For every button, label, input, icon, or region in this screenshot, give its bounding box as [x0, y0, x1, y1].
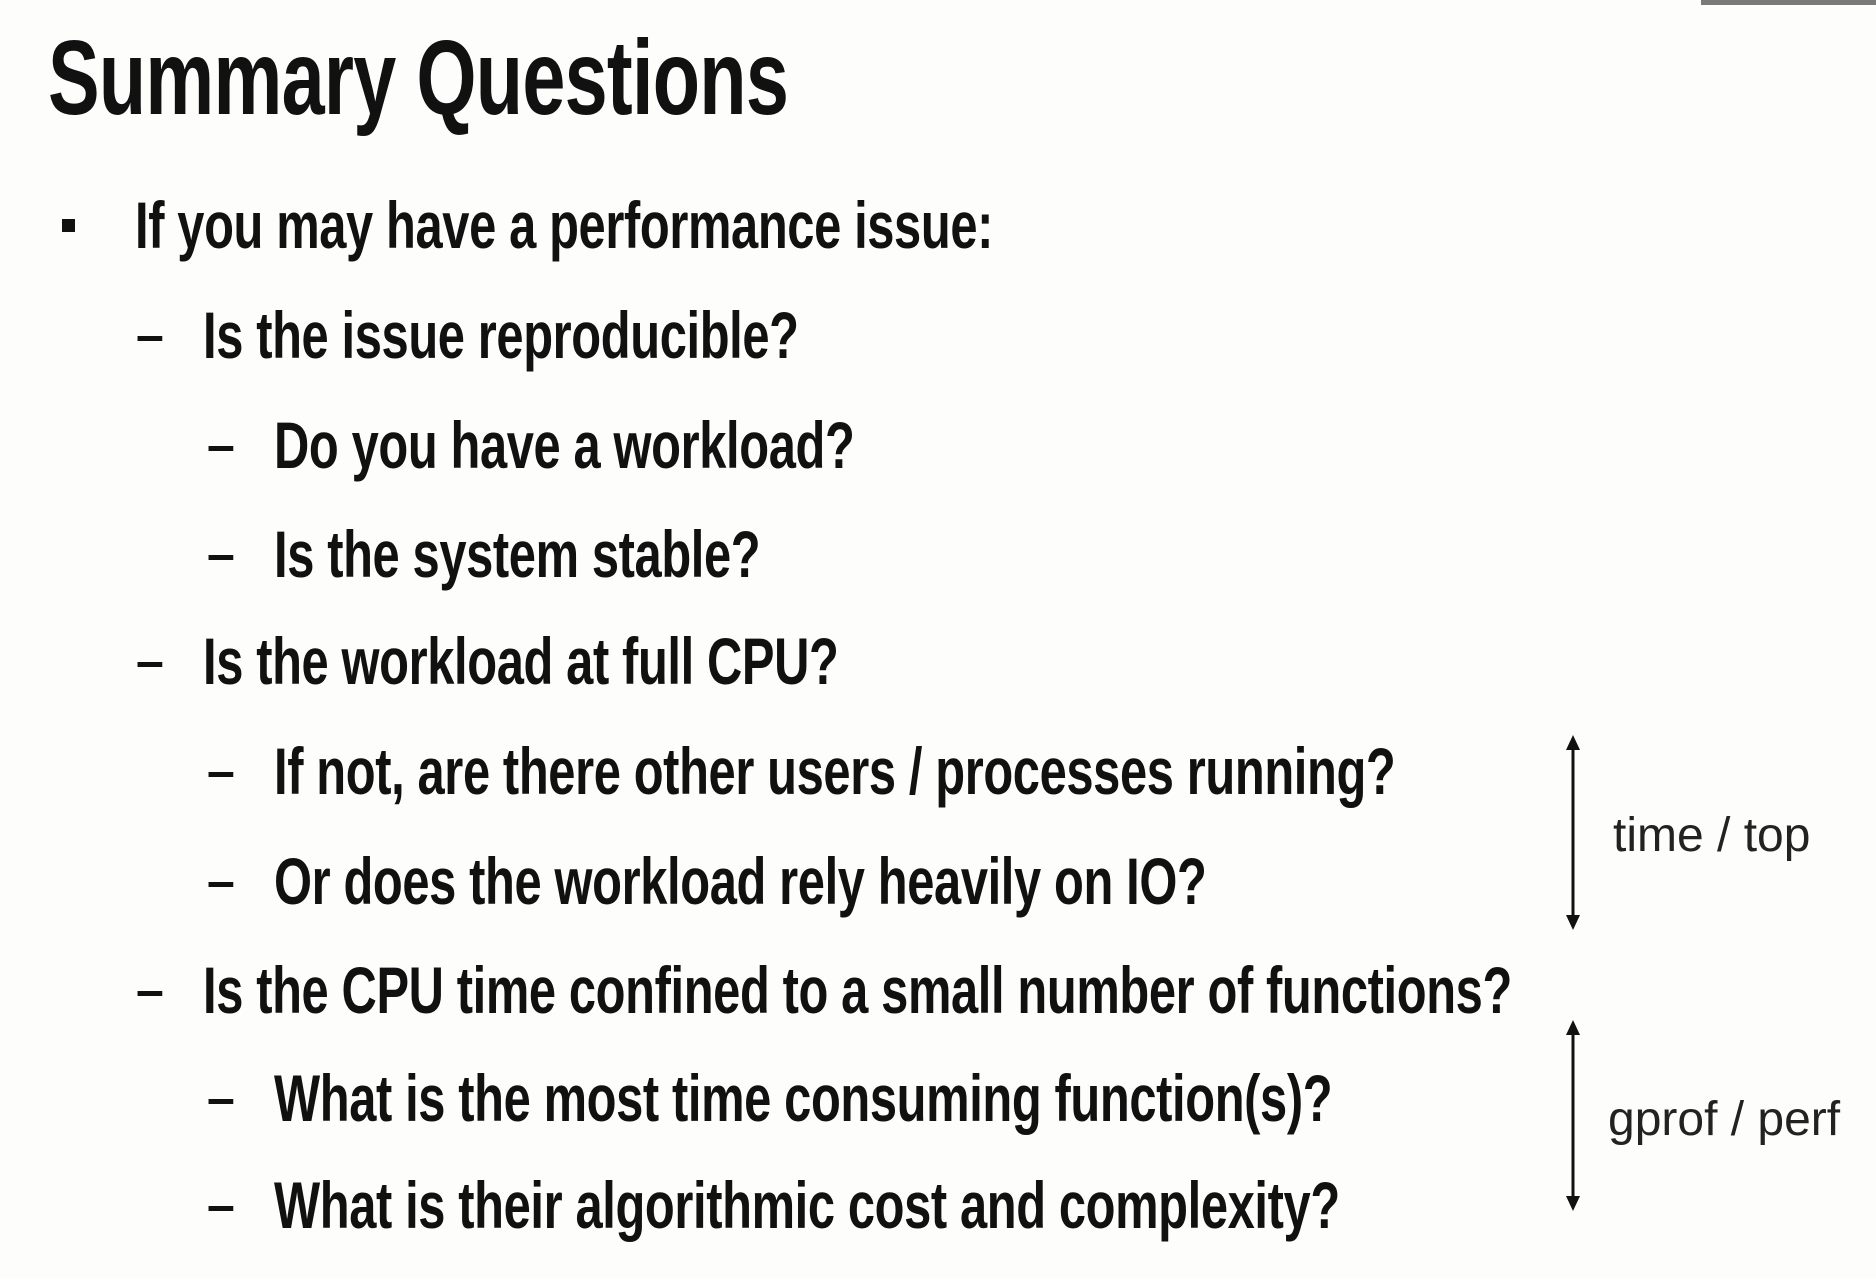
- double-arrow-vertical-icon: [1566, 735, 1580, 930]
- annotation-arrows: [1566, 735, 1580, 1211]
- double-arrow-vertical-icon: [1566, 1020, 1580, 1211]
- annotation-time-top: time / top: [1613, 809, 1811, 862]
- annotation-gprof-perf: gprof / perf: [1608, 1093, 1841, 1146]
